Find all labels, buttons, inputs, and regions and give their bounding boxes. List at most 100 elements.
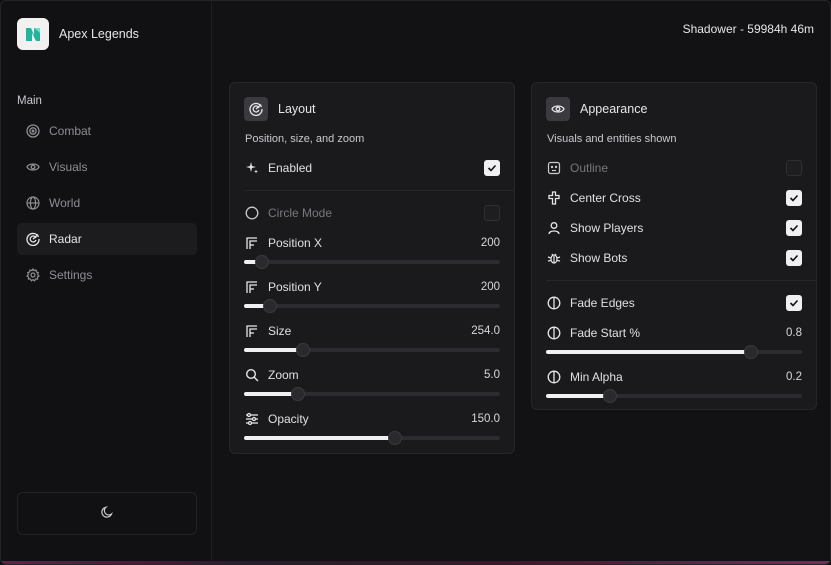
fade-start-row: Fade Start % 0.8 [546,323,802,343]
slider-thumb[interactable] [290,387,305,401]
circle-icon [244,205,260,221]
fade-edges-row[interactable]: Fade Edges [546,293,802,313]
zoom-row: Zoom 5.0 [244,365,500,385]
bug-icon [546,250,562,266]
fade-edges-label: Fade Edges [570,296,635,310]
circle-mode-checkbox[interactable] [484,205,500,221]
user-status: Shadower - 59984h 46m [682,22,814,36]
sparkle-icon [244,160,260,176]
size-value: 254.0 [471,325,500,337]
app-name: Apex Legends [59,27,139,41]
outline-label: Outline [570,161,609,175]
sidebar-item-label: World [49,196,81,210]
sidebar-item-label: Radar [49,232,82,246]
show-players-checkbox[interactable] [786,220,802,236]
outline-checkbox[interactable] [786,160,802,176]
brand: Apex Legends [17,18,139,50]
sliders-icon [244,411,260,427]
show-bots-checkbox[interactable] [786,250,802,266]
sidebar-item-radar[interactable]: Radar [17,223,197,255]
slider-thumb[interactable] [388,431,403,445]
theme-toggle-button[interactable] [17,492,197,535]
position-y-value: 200 [480,281,500,293]
globe-icon [25,195,41,211]
layout-card-header: Layout [244,97,316,121]
enabled-row[interactable]: Enabled [244,158,500,178]
slider-thumb[interactable] [254,255,269,269]
zoom-slider[interactable] [244,387,500,401]
outline-row[interactable]: Outline [546,158,802,178]
gear-icon [25,267,41,283]
section-label-main: Main [17,95,42,107]
eye-icon [546,97,570,121]
sidebar-item-settings[interactable]: Settings [17,259,197,291]
slider-fill [546,394,610,398]
appearance-card-subtitle: Visuals and entities shown [547,133,677,145]
fade-start-slider[interactable] [546,345,802,359]
size-slider[interactable] [244,343,500,357]
sidebar-item-world[interactable]: World [17,187,197,219]
appearance-card-header: Appearance [546,97,647,121]
show-bots-row[interactable]: Show Bots [546,248,802,268]
slider-fill [244,436,396,440]
contrast-icon [546,295,562,311]
position-x-value: 200 [480,237,500,249]
contrast-icon [546,325,562,341]
min-alpha-label: Min Alpha [570,370,623,384]
opacity-slider[interactable] [244,431,500,445]
eye-icon [25,159,41,175]
radar-icon [25,231,41,247]
position-y-slider[interactable] [244,299,500,313]
target-icon [25,123,41,139]
divider [244,190,514,191]
appearance-card-title: Appearance [580,102,648,116]
contrast-icon [546,369,562,385]
show-players-label: Show Players [570,221,644,235]
center-cross-row[interactable]: Center Cross [546,188,802,208]
slider-thumb[interactable] [295,343,310,357]
slider-thumb[interactable] [603,389,617,403]
opacity-value: 150.0 [471,413,500,425]
radar-icon [244,97,268,121]
sidebar-item-label: Visuals [49,160,88,174]
min-alpha-slider[interactable] [546,389,802,403]
size-row: Size 254.0 [244,321,500,341]
app-window: Apex Legends Main Combat Visuals World R… [0,0,831,565]
circle-mode-label: Circle Mode [268,206,333,220]
fade-start-value: 0.8 [786,327,802,339]
divider [546,280,816,281]
position-x-label: Position X [268,236,323,250]
appearance-card: Appearance Visuals and entities shown Ou… [531,82,817,410]
enabled-label: Enabled [268,161,313,175]
layout-card-subtitle: Position, size, and zoom [245,133,365,145]
sidebar-item-visuals[interactable]: Visuals [17,151,197,183]
sidebar-nav: Combat Visuals World Radar Settings [17,115,197,295]
moon-icon [100,505,114,522]
enabled-checkbox[interactable] [484,160,500,176]
slider-track [244,304,500,308]
slider-track [244,260,500,264]
sidebar-item-label: Settings [49,268,93,282]
position-y-row: Position Y 200 [244,277,500,297]
min-alpha-value: 0.2 [786,371,802,383]
layout-icon [244,323,260,339]
slider-fill [244,348,303,352]
user-icon [546,220,562,236]
app-logo [17,18,49,50]
window-bottom-edge [1,561,830,564]
layout-icon [244,235,260,251]
circle-mode-row[interactable]: Circle Mode [244,203,500,223]
layout-icon [244,279,260,295]
sidebar-item-combat[interactable]: Combat [17,115,197,147]
cross-icon [546,190,562,206]
slider-thumb[interactable] [743,345,758,359]
dotted-square-icon [546,160,562,176]
slider-thumb[interactable] [262,299,277,313]
zoom-value: 5.0 [484,369,500,381]
show-players-row[interactable]: Show Players [546,218,802,238]
fade-edges-checkbox[interactable] [786,295,802,311]
position-x-slider[interactable] [244,255,500,269]
opacity-row: Opacity 150.0 [244,409,500,429]
search-icon [244,367,260,383]
center-cross-checkbox[interactable] [786,190,802,206]
